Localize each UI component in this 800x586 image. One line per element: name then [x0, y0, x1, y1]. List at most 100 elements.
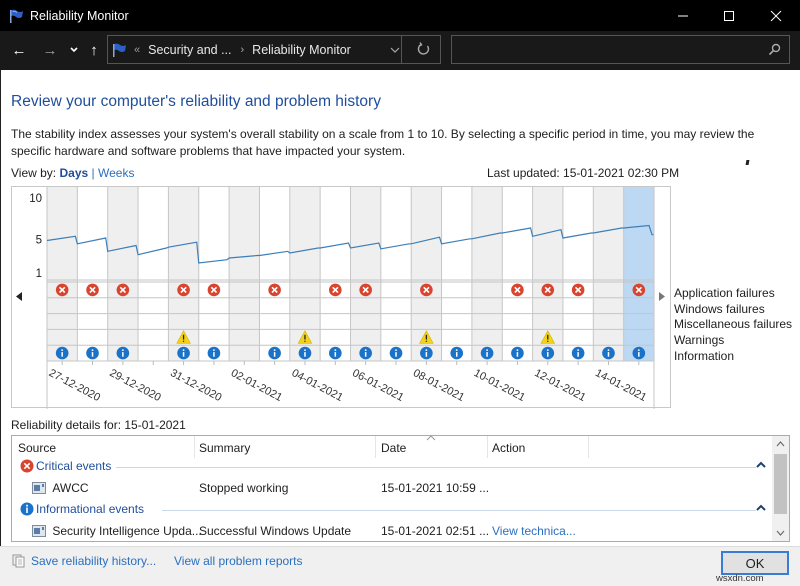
info-icon-dot [91, 349, 94, 351]
page-title: Review your computer's reliability and p… [11, 93, 381, 110]
day-column-10-01-2021[interactable] [471, 187, 503, 361]
info-icon-dot [304, 349, 306, 351]
day-column-01-01-2021[interactable] [198, 187, 230, 361]
day-column-05-01-2021[interactable] [320, 187, 351, 361]
view-weeks-link[interactable]: Weeks [98, 166, 134, 180]
close-button[interactable] [753, 0, 799, 31]
x-tick-label: 08-01-2021 [411, 367, 466, 404]
column-header-summary[interactable]: Summary [199, 441, 250, 455]
minimize-button[interactable] [660, 0, 706, 31]
day-column-06-01-2021[interactable] [350, 187, 381, 361]
chart-scroll-right-button[interactable] [659, 292, 665, 303]
y-tick-label: 1 [36, 268, 42, 280]
warning-icon-dot [425, 340, 428, 342]
warning-icon-dot [304, 340, 306, 342]
day-column-03-01-2021[interactable] [259, 187, 290, 361]
x-tick-label: 04-01-2021 [290, 367, 345, 404]
x-tick-label: 14-01-2021 [593, 367, 648, 404]
view-technical-details-link[interactable]: View technica... [492, 524, 576, 538]
scroll-up-icon[interactable] [776, 441, 785, 447]
x-tick-label: 31-12-2020 [168, 367, 223, 404]
legend-information: Information [674, 348, 735, 363]
event-legend: Application failures Windows failures Mi… [674, 286, 792, 365]
forward-button[interactable]: → [40, 40, 60, 60]
x-tick-label: 27-12-2020 [47, 367, 102, 404]
day-column-13-01-2021[interactable] [562, 187, 594, 361]
chart-scroll-left-button[interactable] [16, 292, 22, 303]
search-input[interactable] [456, 39, 756, 60]
view-days-link[interactable]: Days [59, 166, 88, 180]
table-row[interactable]: Security Intelligence Upda... [32, 524, 202, 538]
application-icon [32, 482, 46, 494]
row-source: Security Intelligence Upda... [52, 524, 202, 538]
page-description: The stability index assesses your system… [11, 127, 755, 158]
info-icon-dot [121, 349, 124, 351]
info-icon [20, 502, 34, 516]
search-box[interactable] [451, 35, 790, 64]
column-divider[interactable] [487, 436, 488, 458]
group-critical-label: Critical events [36, 459, 112, 473]
table-row[interactable]: AWCC [32, 481, 89, 495]
chevron-down-icon [70, 47, 78, 53]
day-column-29-12-2020[interactable] [107, 187, 139, 361]
back-button[interactable]: ← [9, 40, 29, 60]
breadcrumb-reliability-monitor[interactable]: Reliability Monitor [252, 43, 351, 57]
up-button[interactable]: ↑ [84, 40, 104, 60]
save-reliability-history-link[interactable]: Save reliability history... [31, 554, 156, 568]
triangle-right-icon [659, 292, 665, 301]
day-column-02-01-2021[interactable] [229, 187, 260, 361]
day-column-28-12-2020[interactable] [77, 187, 108, 361]
info-icon-dot [637, 349, 640, 351]
collapse-informational-icon[interactable] [756, 504, 766, 511]
sort-ascending-icon [426, 435, 436, 441]
day-column-30-12-2020[interactable] [138, 187, 169, 361]
column-divider[interactable] [194, 436, 195, 458]
application-icon [32, 525, 46, 537]
close-icon [770, 10, 782, 21]
info-icon-dot [516, 349, 519, 351]
breadcrumb-security[interactable]: Security and ... [148, 43, 231, 57]
collapse-critical-icon[interactable] [756, 461, 766, 468]
error-icon [20, 459, 34, 473]
info-icon-dot [213, 349, 215, 351]
group-divider [116, 467, 756, 468]
day-column-09-01-2021[interactable] [441, 187, 472, 361]
column-divider[interactable] [375, 436, 376, 458]
column-header-date[interactable]: Date [381, 441, 406, 455]
day-column-27-12-2020[interactable] [47, 187, 78, 361]
address-bar[interactable]: « Security and ... › Reliability Monitor [107, 35, 441, 64]
row-source: AWCC [52, 481, 89, 495]
breadcrumb-overflow-icon[interactable]: « [134, 44, 140, 56]
refresh-icon[interactable] [417, 42, 431, 56]
group-critical-events[interactable]: Critical events [20, 459, 111, 473]
scroll-down-icon[interactable] [776, 530, 785, 536]
stability-chart[interactable]: 10 5 1 27-12-2020 29-12-2020 31-12-2020 02-01-… [11, 186, 672, 409]
info-icon-dot [486, 349, 488, 351]
table-scrollbar[interactable] [772, 436, 789, 541]
group-informational-events[interactable]: Informational events [20, 502, 144, 516]
y-tick-label: 5 [36, 235, 42, 247]
save-document-icon [12, 554, 25, 568]
column-header-source[interactable]: Source [18, 441, 56, 455]
stability-chart-svg[interactable]: 10 5 1 27-12-2020 29-12-2020 31-12-2020 02-01-… [12, 187, 672, 409]
back-arrow-icon: ← [11, 41, 27, 59]
column-divider[interactable] [588, 436, 589, 458]
day-column-11-01-2021[interactable] [502, 187, 533, 361]
window-title: Reliability Monitor [30, 8, 129, 23]
info-icon-dot [425, 349, 428, 351]
ok-button[interactable]: OK [721, 551, 789, 575]
scrollbar-thumb[interactable] [774, 454, 787, 514]
x-tick-label: 02-01-2021 [229, 367, 284, 404]
search-icon[interactable] [768, 43, 781, 56]
day-column-07-01-2021[interactable] [380, 187, 412, 361]
view-all-problem-reports-link[interactable]: View all problem reports [174, 554, 303, 568]
recent-locations-button[interactable] [64, 40, 84, 60]
day-column-14-01-2021[interactable] [593, 187, 624, 361]
details-table: Source Summary Date Action Critical even… [11, 435, 790, 542]
info-icon-dot [273, 349, 276, 351]
column-header-action[interactable]: Action [492, 441, 525, 455]
day-column-15-01-2021[interactable] [623, 187, 654, 361]
address-dropdown-icon[interactable] [390, 45, 400, 55]
row-date: 15-01-2021 02:51 ... [381, 524, 490, 538]
maximize-button[interactable] [706, 0, 752, 31]
